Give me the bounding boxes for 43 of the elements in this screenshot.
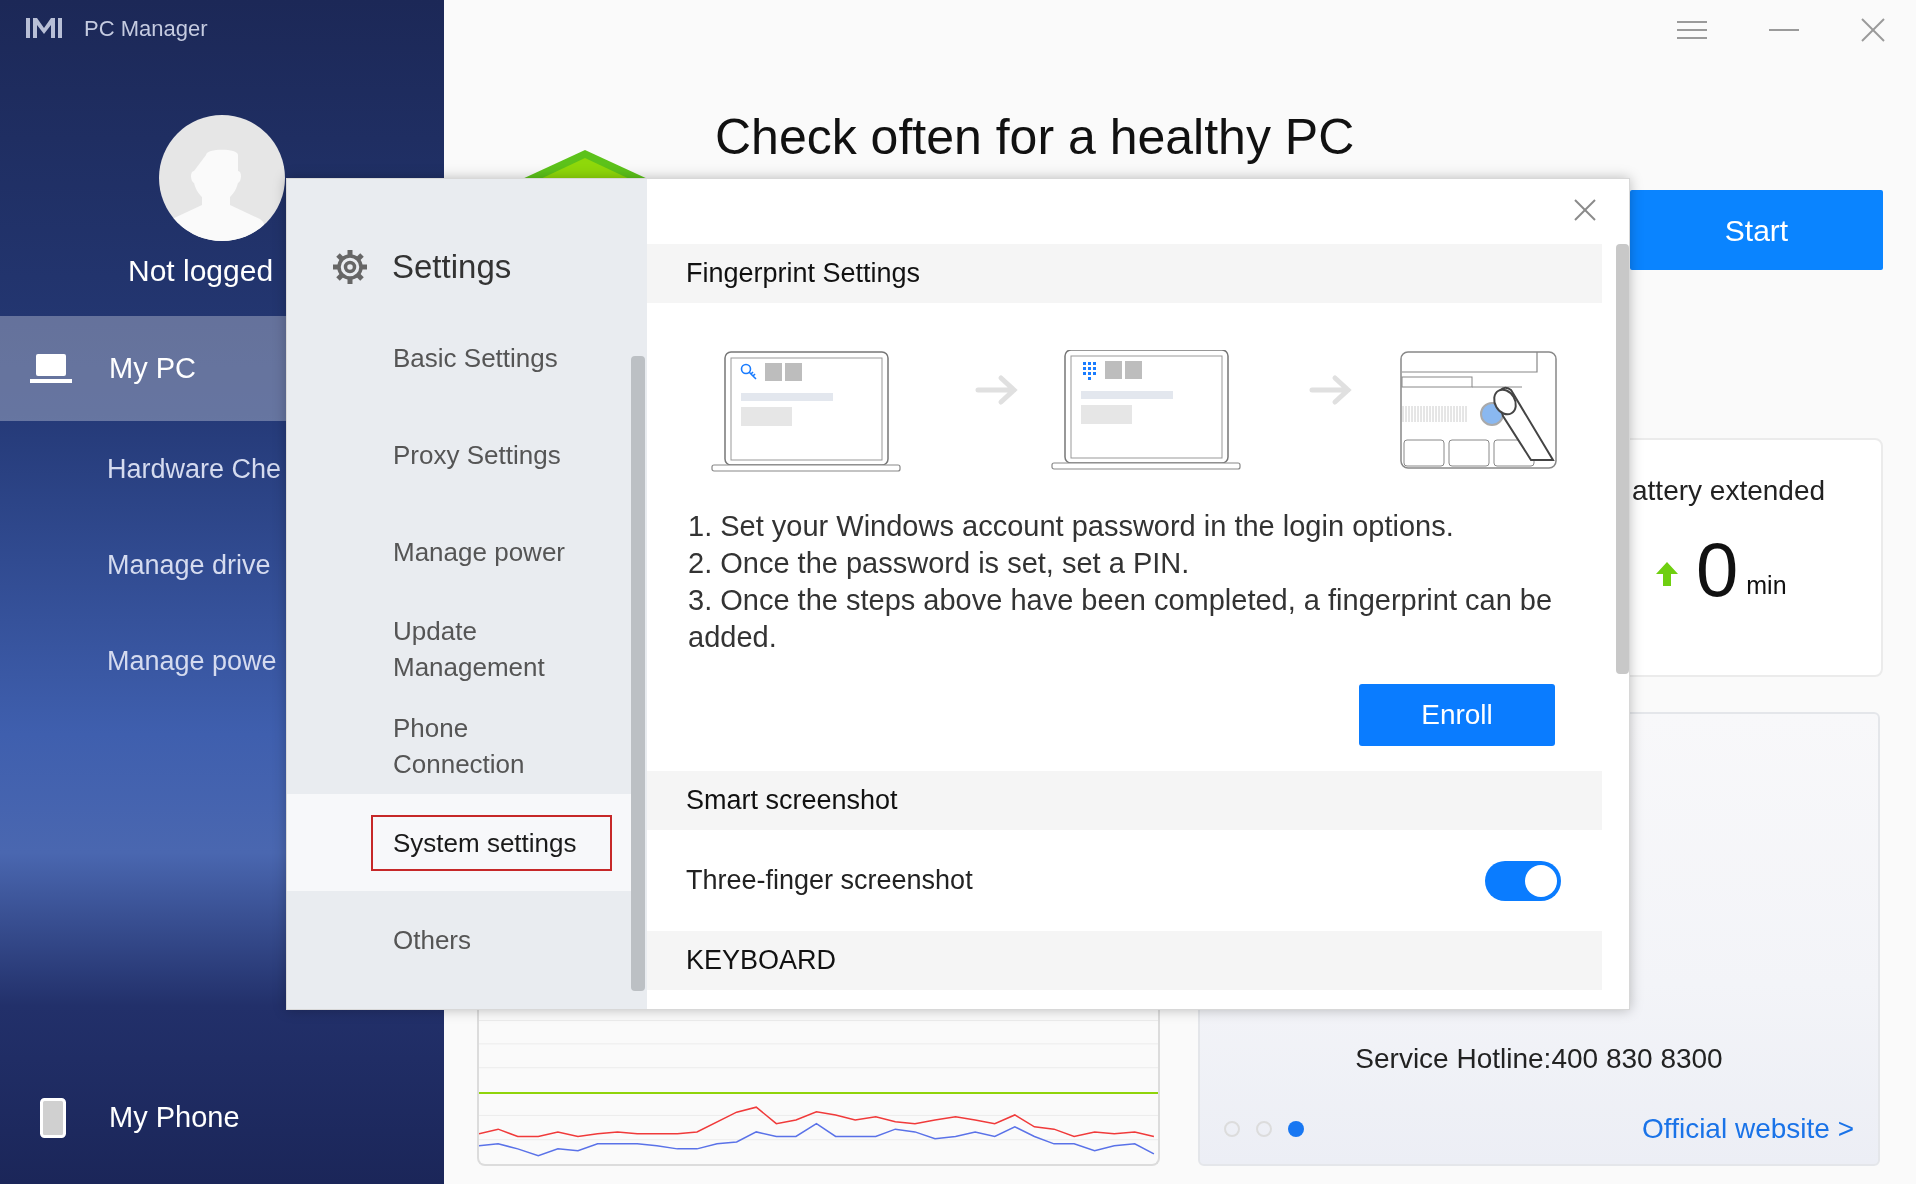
logo-icon (26, 16, 62, 40)
start-button[interactable]: Start (1630, 190, 1883, 270)
sidebar-item-label: My PC (109, 350, 196, 386)
up-arrow-icon (1656, 562, 1678, 586)
sidebar-item[interactable]: My PC (0, 316, 286, 421)
card-title: attery extended (1632, 474, 1827, 508)
phone-icon (40, 1098, 66, 1138)
minimize-icon[interactable] (1769, 28, 1799, 32)
instruction-step: 2. Once the password is set, set a PIN. (688, 545, 1582, 582)
app-title: PC Manager (84, 14, 208, 43)
dialog-title: Settings (392, 247, 512, 287)
section-header: Fingerprint Settings (647, 244, 1602, 303)
settings-nav-item[interactable]: Others (287, 891, 631, 988)
hotline-text: Service Hotline:400 830 8300 (1354, 1042, 1724, 1076)
close-icon[interactable] (1861, 18, 1885, 42)
battery-unit: min (1746, 569, 1787, 601)
toggle-switch[interactable] (1485, 860, 1561, 901)
sidebar-subitem[interactable]: Manage powe (0, 613, 286, 709)
settings-nav-item[interactable]: Update Management (287, 600, 631, 697)
settings-nav-item[interactable]: Proxy Settings (287, 406, 631, 503)
instruction-step: 3. Once the steps above have been completed, a fingerprint can be added. (688, 582, 1582, 656)
sidebar-subitem[interactable]: Hardware Che (0, 421, 286, 517)
enroll-button[interactable]: Enroll (1359, 684, 1555, 746)
settings-icon (332, 249, 368, 285)
section-header: Smart screenshot (647, 771, 1602, 830)
instruction-step: 1. Set your Windows account password in the login options. (688, 508, 1582, 545)
sidebar-item[interactable]: My Phone (0, 1070, 444, 1166)
scrollbar[interactable] (1616, 244, 1629, 674)
sidebar-item-label: My Phone (109, 1100, 240, 1136)
setting-label: Three-finger screenshot (686, 864, 974, 898)
scrollbar[interactable] (631, 356, 645, 991)
settings-nav-item[interactable]: Basic Settings (287, 334, 631, 406)
settings-nav-item[interactable]: System settings (287, 794, 631, 891)
battery-value: 0 (1696, 530, 1739, 610)
close-icon[interactable] (1574, 199, 1596, 221)
official-website-link[interactable]: Official website > (1642, 1108, 1854, 1150)
sidebar-subitem[interactable]: Manage drive (0, 517, 286, 613)
menu-icon[interactable] (1677, 20, 1707, 40)
settings-nav-item[interactable]: Phone Connection (287, 697, 631, 794)
section-header: KEYBOARD (647, 931, 1602, 990)
laptop-icon (30, 353, 72, 384)
settings-nav-item[interactable]: Manage power (287, 503, 631, 600)
page-heading: Check often for a healthy PC (715, 108, 1355, 167)
